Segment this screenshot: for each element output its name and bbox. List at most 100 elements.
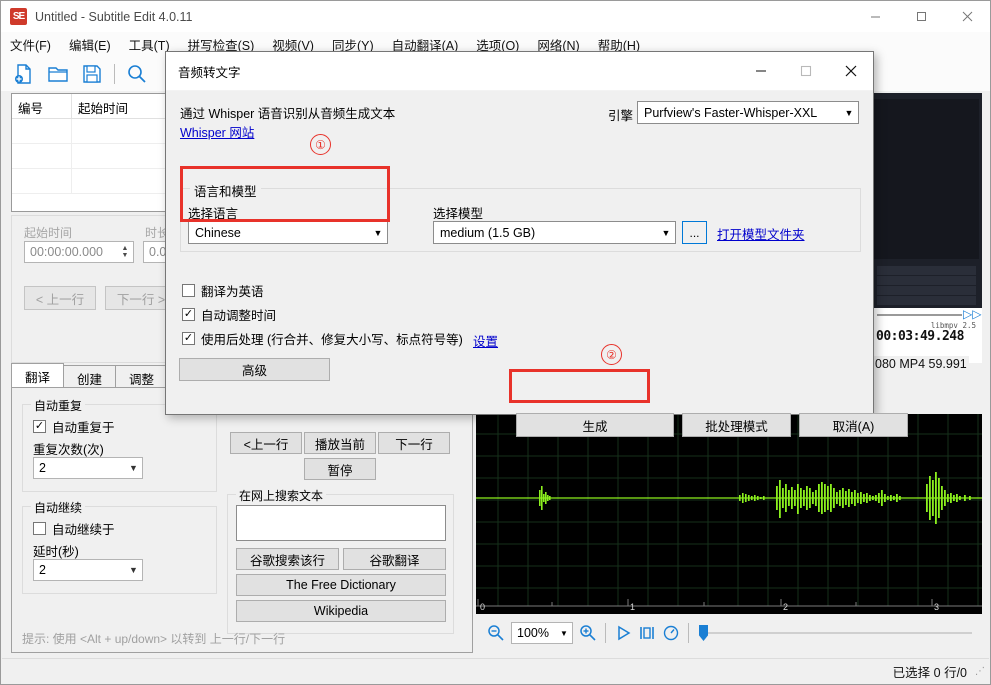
delay-label: 延时(秒) bbox=[33, 545, 79, 559]
mini-player-control-row bbox=[877, 276, 976, 285]
checkbox-box bbox=[182, 284, 195, 297]
window-title: Untitled - Subtitle Edit 4.0.11 bbox=[35, 9, 193, 24]
auto-repeat-group: 自动重复 ✓ 自动重复于 重复次数(次) 2 ▼ bbox=[22, 397, 217, 492]
position-slider[interactable] bbox=[694, 622, 972, 644]
open-model-folder-link[interactable]: 打开模型文件夹 bbox=[717, 224, 805, 243]
checkbox-box: ✓ bbox=[33, 420, 46, 433]
speed-icon[interactable] bbox=[659, 621, 683, 645]
whisper-website-link[interactable]: Whisper 网站 bbox=[180, 122, 254, 141]
prev-line-playback-button[interactable]: <上一行 bbox=[230, 432, 302, 454]
play-current-button[interactable]: 播放当前 bbox=[304, 432, 376, 454]
web-search-input[interactable] bbox=[236, 505, 446, 541]
annotation-number-2: ② bbox=[601, 344, 622, 365]
wikipedia-button[interactable]: Wikipedia bbox=[236, 600, 446, 622]
next-line-playback-button[interactable]: 下一行 bbox=[378, 432, 450, 454]
mini-player-video bbox=[873, 99, 979, 259]
start-time-label: 起始时间 bbox=[24, 226, 73, 240]
web-search-group: 在网上搜索文本 谷歌搜索该行 谷歌翻译 The Free Dictionary … bbox=[227, 487, 454, 634]
mini-player-window[interactable]: ▷▷ libmpv 2.5 00:03:49.248 bbox=[871, 93, 982, 363]
language-combo[interactable]: Chinese ▼ bbox=[188, 221, 388, 244]
slider-thumb[interactable] bbox=[699, 625, 708, 641]
seek-bar[interactable] bbox=[877, 310, 962, 320]
new-file-icon[interactable] bbox=[7, 58, 41, 89]
play-icon[interactable] bbox=[611, 621, 635, 645]
tab-adjust[interactable]: 调整 bbox=[115, 365, 169, 387]
cell-number bbox=[12, 169, 72, 193]
free-dictionary-button[interactable]: The Free Dictionary bbox=[236, 574, 446, 596]
translate-to-english-checkbox[interactable]: 翻译为英语 bbox=[182, 281, 264, 300]
mini-player-control-row bbox=[877, 296, 976, 305]
chevron-down-icon: ▼ bbox=[129, 463, 138, 473]
start-time-input[interactable]: 00:00:00.000 ▲ ▼ bbox=[24, 241, 134, 263]
zoom-in-icon[interactable] bbox=[576, 621, 600, 645]
waveform-toolbar-separator-2 bbox=[688, 623, 689, 643]
browse-model-button[interactable]: ... bbox=[682, 221, 707, 244]
post-processing-settings-link[interactable]: 设置 bbox=[473, 331, 498, 350]
dialog-maximize-button[interactable] bbox=[783, 52, 828, 90]
pause-button[interactable]: 暂停 bbox=[304, 458, 376, 480]
zoom-out-icon[interactable] bbox=[484, 621, 508, 645]
zoom-level-combo[interactable]: 100% ▼ bbox=[511, 622, 573, 644]
menu-file[interactable]: 文件(F) bbox=[1, 32, 60, 57]
tab-translate[interactable]: 翻译 bbox=[11, 363, 65, 387]
language-value: Chinese bbox=[195, 225, 241, 240]
chevron-down-icon: ▼ bbox=[661, 227, 671, 238]
maximize-button[interactable] bbox=[898, 1, 944, 32]
delay-combo[interactable]: 2 ▼ bbox=[33, 559, 143, 581]
fast-forward-icon[interactable]: ▷▷ bbox=[963, 307, 981, 321]
menu-edit[interactable]: 编辑(E) bbox=[60, 32, 120, 57]
auto-repeat-checkbox[interactable]: ✓ 自动重复于 bbox=[33, 417, 115, 436]
auto-continue-group: 自动继续 自动继续于 延时(秒) 2 ▼ bbox=[22, 499, 217, 594]
center-icon[interactable] bbox=[635, 621, 659, 645]
dialog-description: 通过 Whisper 语音识别从音频生成文本 bbox=[180, 107, 396, 121]
start-time-spinner[interactable]: ▲ ▼ bbox=[117, 242, 133, 262]
waveform-tick-3: 3 bbox=[934, 602, 939, 612]
auto-repeat-checkbox-label: 自动重复于 bbox=[52, 421, 115, 435]
search-icon[interactable] bbox=[120, 58, 154, 89]
chevron-down-icon: ▼ bbox=[844, 107, 854, 118]
save-icon[interactable] bbox=[75, 58, 109, 89]
post-processing-checkbox[interactable]: ✓ 使用后处理 (行合并、修复大小写、标点符号等) bbox=[182, 329, 463, 348]
batch-mode-button[interactable]: 批处理模式 bbox=[682, 413, 791, 437]
post-processing-label: 使用后处理 (行合并、修复大小写、标点符号等) bbox=[201, 333, 463, 347]
resize-grip[interactable]: ⋰ bbox=[975, 666, 985, 677]
cell-number bbox=[12, 119, 72, 143]
chevron-down-icon: ▼ bbox=[560, 628, 568, 638]
open-folder-icon[interactable] bbox=[41, 58, 75, 89]
close-button[interactable] bbox=[944, 1, 990, 32]
dialog-minimize-button[interactable] bbox=[738, 52, 783, 90]
zoom-level-value: 100% bbox=[517, 626, 549, 640]
start-time-value: 00:00:00.000 bbox=[30, 245, 103, 259]
advanced-button[interactable]: 高级 bbox=[179, 358, 330, 381]
toolbar-separator bbox=[114, 63, 115, 84]
repeat-count-combo[interactable]: 2 ▼ bbox=[33, 457, 143, 479]
waveform-tick-2: 2 bbox=[783, 602, 788, 612]
prev-line-button[interactable]: < 上一行 bbox=[24, 286, 96, 310]
google-search-line-button[interactable]: 谷歌搜索该行 bbox=[236, 548, 339, 570]
status-selection-text: 已选择 0 行/0 bbox=[892, 665, 967, 680]
generate-button[interactable]: 生成 bbox=[516, 413, 674, 437]
engine-label: 引擎 bbox=[607, 109, 633, 123]
auto-continue-checkbox[interactable]: 自动继续于 bbox=[33, 519, 115, 538]
engine-combo[interactable]: Purfview's Faster-Whisper-XXL ▼ bbox=[637, 101, 859, 124]
google-translate-button[interactable]: 谷歌翻译 bbox=[343, 548, 446, 570]
dialog-close-button[interactable] bbox=[828, 52, 873, 90]
tab-create[interactable]: 创建 bbox=[63, 365, 117, 387]
minimize-button[interactable] bbox=[852, 1, 898, 32]
keyboard-hint-text: 提示: 使用 <Alt + up/down> 以转到 上一行/下一行 bbox=[22, 632, 286, 646]
checkbox-box: ✓ bbox=[182, 308, 195, 321]
cancel-button[interactable]: 取消(A) bbox=[799, 413, 908, 437]
checkbox-box bbox=[33, 522, 46, 535]
model-combo[interactable]: medium (1.5 GB) ▼ bbox=[433, 221, 676, 244]
waveform-display[interactable]: 0 1 2 3 bbox=[476, 414, 982, 614]
auto-adjust-timing-label: 自动调整时间 bbox=[201, 309, 277, 323]
annotation-number-1: ① bbox=[310, 134, 331, 155]
mini-player-control-row bbox=[877, 286, 976, 295]
tab-body: 自动重复 ✓ 自动重复于 重复次数(次) 2 ▼ 自动继续 自动继续于 延时(秒… bbox=[11, 387, 473, 653]
column-header-number[interactable]: 编号 bbox=[12, 94, 72, 118]
translate-to-english-label: 翻译为英语 bbox=[201, 285, 264, 299]
checkbox-box: ✓ bbox=[182, 332, 195, 345]
dialog-body: 通过 Whisper 语音识别从音频生成文本 Whisper 网站 引擎 Pur… bbox=[166, 91, 908, 437]
waveform-toolbar-separator bbox=[605, 623, 606, 643]
auto-adjust-timing-checkbox[interactable]: ✓ 自动调整时间 bbox=[182, 305, 276, 324]
